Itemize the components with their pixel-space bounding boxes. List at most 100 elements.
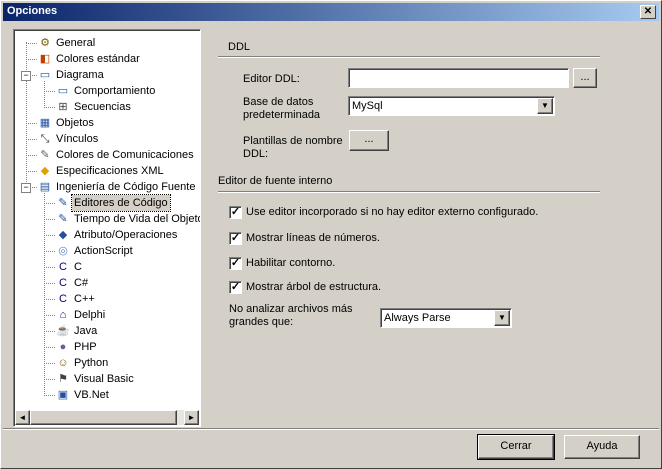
- tree-item[interactable]: − ▭ Diagrama: [14, 67, 200, 83]
- option-checkbox[interactable]: ✓: [229, 281, 242, 294]
- no-parse-label-line2: grandes que:: [229, 316, 294, 328]
- bottom-separator: [3, 428, 659, 430]
- tree-item-label: Java: [74, 325, 98, 337]
- title-bar[interactable]: Opciones ✕: [3, 3, 659, 21]
- option-checkbox[interactable]: ✓: [229, 232, 242, 245]
- tree-item[interactable]: ● PHP: [14, 339, 200, 355]
- source-engineering-icon: ▤: [39, 181, 51, 193]
- tree-item[interactable]: ☕ Java: [14, 323, 200, 339]
- tree-item-label: VB.Net: [74, 389, 109, 401]
- tree-item[interactable]: ✎ Editores de Código: [14, 194, 200, 212]
- tree-item-label: Python: [74, 357, 109, 369]
- ddl-editor-browse-button[interactable]: ...: [573, 68, 597, 88]
- ddl-section-title: DDL: [228, 41, 251, 53]
- ddl-separator: [218, 56, 600, 58]
- tree-collapse-toggle[interactable]: −: [21, 71, 31, 81]
- help-button[interactable]: Ayuda: [564, 435, 640, 459]
- tree-item[interactable]: ◆ Especificaciones XML: [14, 163, 200, 179]
- tree-item[interactable]: ▭ Comportamiento: [14, 83, 200, 99]
- tree-item[interactable]: ✎ Tiempo de Vida del Objeto: [14, 211, 200, 227]
- actionscript-icon: ◎: [58, 245, 68, 257]
- tree-item-label: C++: [74, 293, 95, 305]
- option-label: Mostrar líneas de números.: [246, 232, 380, 244]
- tree-collapse-toggle[interactable]: −: [21, 183, 31, 193]
- vbnet-icon: ▣: [57, 389, 69, 401]
- tree-item[interactable]: ◆ Atributo/Operaciones: [14, 227, 200, 243]
- database-select[interactable]: MySql ▼: [348, 96, 555, 116]
- diagram-icon: ▭: [39, 69, 51, 81]
- options-dialog: Opciones ✕ ⚙ General ◧ Colores estándar − ▭ Di…: [0, 0, 662, 469]
- tree-item[interactable]: C C#: [14, 275, 200, 291]
- delphi-icon: ⌂: [59, 309, 67, 321]
- tree-item[interactable]: ☺ Python: [14, 355, 200, 371]
- tree-item-label: Ingeniería de Código Fuente: [56, 181, 196, 193]
- c-icon: C: [59, 261, 67, 273]
- tree-item-label: Editores de Código: [71, 194, 171, 212]
- templates-label-line2: DDL:: [243, 148, 269, 160]
- tree-item-label: Atributo/Operaciones: [74, 229, 178, 241]
- tree-item[interactable]: ◧ Colores estándar: [14, 51, 200, 67]
- templates-label-line1: Plantillas de nombre: [243, 135, 343, 147]
- chevron-down-icon[interactable]: ▼: [494, 310, 510, 326]
- tree-item[interactable]: − ▤ Ingeniería de Código Fuente: [14, 179, 200, 195]
- tree-item[interactable]: ⌂ Delphi: [14, 307, 200, 323]
- tree-item[interactable]: ⤡ Vínculos: [14, 131, 200, 147]
- attributes-icon: ◆: [58, 229, 68, 241]
- tree-item[interactable]: ⊞ Secuencias: [14, 99, 200, 115]
- close-icon[interactable]: ✕: [640, 5, 656, 19]
- chevron-down-icon[interactable]: ▼: [537, 98, 553, 114]
- tree-item-label: Diagrama: [56, 69, 104, 81]
- objects-icon: ▦: [39, 117, 51, 129]
- scroll-thumb[interactable]: [30, 410, 177, 425]
- tree-item[interactable]: ✎ Colores de Comunicaciones: [14, 147, 200, 163]
- tree-item[interactable]: ⚑ Visual Basic: [14, 371, 200, 387]
- ddl-editor-label: Editor DDL:: [243, 73, 300, 85]
- tree-item[interactable]: ⚙ General: [14, 35, 200, 51]
- python-icon: ☺: [57, 357, 69, 369]
- database-label-line2: predeterminada: [243, 109, 321, 121]
- tree-item[interactable]: ▦ Objetos: [14, 115, 200, 131]
- option-checkbox[interactable]: ✓: [229, 206, 242, 219]
- tree-item-label: Objetos: [56, 117, 94, 129]
- tree-horizontal-scrollbar[interactable]: ◄ ►: [15, 410, 199, 425]
- ddl-editor-input[interactable]: [348, 68, 569, 88]
- tree-item-label: C: [74, 261, 82, 273]
- tree-item-label: Secuencias: [74, 101, 131, 113]
- editor-section-title: Editor de fuente interno: [218, 175, 333, 187]
- tree-item-label: General: [56, 37, 96, 49]
- colors-icon: ◧: [39, 53, 51, 65]
- tree-item-label: Comportamiento: [74, 85, 156, 97]
- tree-item-label: Colores de Comunicaciones: [56, 149, 194, 161]
- xml-icon: ◆: [40, 165, 50, 177]
- tree-item[interactable]: CC: [14, 259, 200, 275]
- php-icon: ●: [59, 341, 67, 353]
- database-label-line1: Base de datos: [243, 96, 314, 108]
- java-icon: ☕: [56, 325, 70, 337]
- scroll-right-button[interactable]: ►: [184, 410, 199, 425]
- tree-item-label: Especificaciones XML: [56, 165, 164, 177]
- option-checkbox[interactable]: ✓: [229, 257, 242, 270]
- templates-browse-button[interactable]: ...: [349, 130, 389, 151]
- options-tree[interactable]: ⚙ General ◧ Colores estándar − ▭ Diagrama ▭ Comp…: [13, 29, 201, 427]
- tree-item-label: Delphi: [74, 309, 106, 321]
- no-parse-select-value: Always Parse: [384, 312, 451, 324]
- close-button[interactable]: Cerrar: [477, 434, 555, 460]
- tree-item-label: Tiempo de Vida del Objeto: [74, 213, 200, 225]
- scroll-left-button[interactable]: ◄: [15, 410, 30, 425]
- no-parse-label-line1: No analizar archivos más: [229, 303, 353, 315]
- vb-icon: ⚑: [58, 373, 68, 385]
- option-label: Use editor incorporado si no hay editor …: [246, 206, 539, 218]
- tree-item-label: PHP: [74, 341, 97, 353]
- tree-item-label: Vínculos: [56, 133, 99, 145]
- tree-view: ⚙ General ◧ Colores estándar − ▭ Diagrama ▭ Comp…: [14, 32, 200, 410]
- csharp-icon: C: [59, 277, 67, 289]
- no-parse-select[interactable]: Always Parse ▼: [380, 308, 512, 328]
- option-label: Mostrar árbol de estructura.: [246, 281, 382, 293]
- window-title: Opciones: [7, 5, 58, 17]
- code-editor-icon: ✎: [58, 197, 68, 209]
- tree-item[interactable]: ◎ ActionScript: [14, 243, 200, 259]
- tree-item-label: ActionScript: [74, 245, 133, 257]
- tree-item[interactable]: ▣ VB.Net: [14, 387, 200, 403]
- behavior-icon: ▭: [57, 85, 69, 97]
- tree-item[interactable]: C C++: [14, 291, 200, 307]
